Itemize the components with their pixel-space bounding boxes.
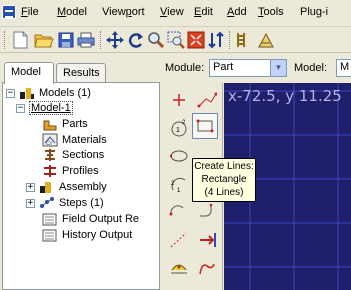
tab-results[interactable]: Results <box>56 63 106 84</box>
svg-text:2: 2 <box>171 181 175 187</box>
profiles-icon <box>44 165 56 177</box>
construction-line-icon[interactable] <box>166 227 192 253</box>
model-tree: − Models (1) − Model-1 Parts Cr Material… <box>2 82 160 290</box>
history-output-icon <box>42 229 57 242</box>
app-icon[interactable] <box>2 5 16 19</box>
ellipse-tool-icon[interactable] <box>166 143 192 169</box>
menu-plugins[interactable]: Plug-i <box>300 6 328 18</box>
fillet-tool-icon[interactable] <box>194 199 220 225</box>
mesh-display-icon[interactable] <box>234 30 254 50</box>
model-label: Model: <box>294 62 328 74</box>
pan-icon[interactable] <box>105 30 125 50</box>
tooltip-line-3: (4 Lines) <box>204 187 244 198</box>
menu-edit[interactable]: Edit <box>194 6 213 18</box>
materials-icon: Cr <box>42 133 58 147</box>
rotate-icon[interactable] <box>126 30 146 50</box>
module-label: Module: <box>165 62 205 74</box>
menu-add[interactable]: Add <box>227 6 247 18</box>
menu-bar: File Model Viewport View Edit Add Tools … <box>0 0 351 27</box>
rectangle-tool-icon[interactable] <box>192 113 218 139</box>
tooltip-line-2: Rectangle <box>201 174 247 185</box>
auto-trim-icon[interactable] <box>166 255 192 281</box>
print-icon[interactable] <box>76 30 96 50</box>
main-toolbar <box>0 27 351 53</box>
tree-node-steps[interactable]: + Steps (1) <box>26 196 104 210</box>
steps-icon <box>40 197 54 208</box>
collapse-icon[interactable]: − <box>16 103 25 113</box>
collapse-icon[interactable]: − <box>6 88 15 98</box>
isolated-point-icon[interactable] <box>166 87 192 113</box>
parts-icon <box>43 120 57 131</box>
circle-center-perimeter-icon[interactable]: 12 <box>166 115 192 141</box>
menu-model[interactable]: Model <box>57 6 87 18</box>
svg-text:Cr: Cr <box>46 141 52 147</box>
svg-text:1: 1 <box>177 188 181 194</box>
expand-icon[interactable]: + <box>26 182 35 192</box>
save-icon[interactable] <box>56 30 76 50</box>
tree-node-models[interactable]: − Models (1) <box>6 86 91 100</box>
tree-node-history-output[interactable]: History Output <box>42 228 132 242</box>
connected-lines-icon[interactable] <box>194 87 220 113</box>
tooltip-line-1: Create Lines: <box>194 161 254 172</box>
spline-tool-icon[interactable] <box>194 255 220 281</box>
tool-tooltip: Create Lines: Rectangle (4 Lines) <box>192 158 256 202</box>
tree-node-parts[interactable]: Parts <box>42 117 88 131</box>
chevron-down-icon[interactable]: ▼ <box>270 60 286 76</box>
expand-icon[interactable]: + <box>26 198 35 208</box>
cycle-views-icon[interactable] <box>206 30 226 50</box>
tree-node-materials[interactable]: Cr Materials <box>42 133 107 147</box>
field-output-icon <box>42 213 57 226</box>
new-file-icon[interactable] <box>10 30 30 50</box>
box-zoom-icon[interactable] <box>166 30 186 50</box>
tree-node-profiles[interactable]: Profiles <box>42 164 99 178</box>
menu-file[interactable]: File <box>21 6 39 18</box>
tree-node-model-1[interactable]: − Model-1 <box>16 101 73 115</box>
tree-node-sections[interactable]: Sections <box>42 148 104 162</box>
query-icon[interactable] <box>256 30 276 50</box>
dimension-tool-icon[interactable] <box>194 227 220 253</box>
module-bar: Module: Part ▼ Model: M <box>160 53 351 83</box>
menu-viewport[interactable]: Viewport <box>102 6 145 18</box>
zoom-icon[interactable] <box>146 30 166 50</box>
menu-tools[interactable]: Tools <box>258 6 284 18</box>
open-folder-icon[interactable] <box>34 30 54 50</box>
arc-tangent-icon[interactable] <box>166 199 192 225</box>
menu-view[interactable]: View <box>160 6 184 18</box>
models-tree-icon <box>20 88 34 99</box>
sections-icon <box>45 149 55 161</box>
tree-node-assembly[interactable]: + Assembly <box>26 180 107 194</box>
auto-fit-icon[interactable] <box>186 30 206 50</box>
tab-model[interactable]: Model <box>4 62 54 84</box>
cursor-coordinates: x-72.5, y 11.25 <box>228 87 342 105</box>
assembly-icon <box>40 182 51 193</box>
svg-text:1: 1 <box>176 127 180 134</box>
tree-node-field-output[interactable]: Field Output Re <box>42 212 139 226</box>
module-select[interactable]: Part ▼ <box>209 59 287 77</box>
arc-three-points-icon[interactable]: 21 <box>166 171 192 197</box>
toolbar-grip[interactable] <box>4 31 7 49</box>
model-select[interactable]: M <box>336 59 351 77</box>
